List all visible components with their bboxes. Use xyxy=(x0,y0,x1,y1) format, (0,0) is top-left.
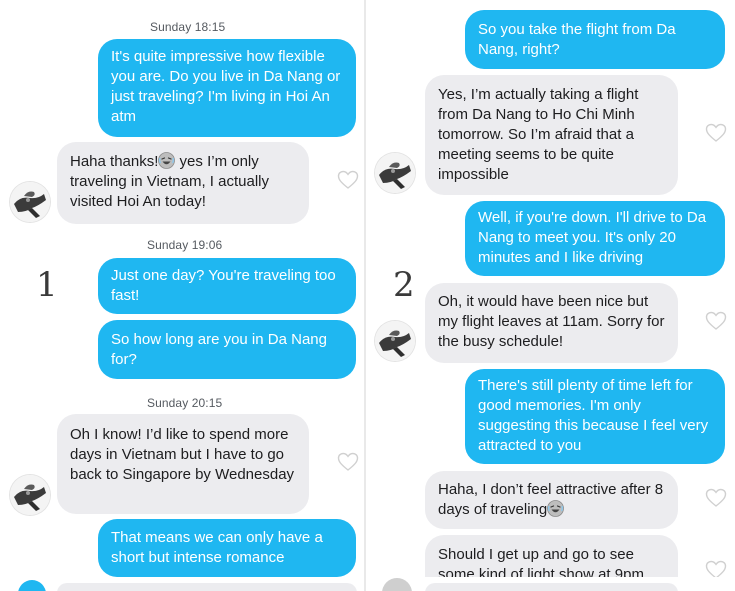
message-outgoing[interactable]: Just one day? You're traveling too fast! xyxy=(98,258,356,314)
message-outgoing[interactable]: It's quite impressive how flexible you a… xyxy=(98,39,356,137)
heart-outline-icon[interactable] xyxy=(705,123,727,143)
chat-panel-2[interactable]: So you take the flight from Da Nang, rig… xyxy=(366,0,735,591)
avatar[interactable] xyxy=(10,475,50,515)
cut-off-message xyxy=(57,583,357,591)
message-outgoing[interactable]: There's still plenty of time left for go… xyxy=(465,369,725,464)
avatar[interactable] xyxy=(10,182,50,222)
profile-photo-icon xyxy=(10,182,50,222)
heart-outline-icon[interactable] xyxy=(337,452,359,472)
message-incoming[interactable]: Haha thanks! yes I’m only traveling in V… xyxy=(57,142,309,224)
cut-off-element xyxy=(18,580,46,591)
heart-outline-icon[interactable] xyxy=(705,311,727,331)
profile-photo-icon xyxy=(10,475,50,515)
cut-off-message xyxy=(425,583,678,591)
chat-panel-1[interactable]: Sunday 18:15 It's quite impressive how f… xyxy=(0,0,364,591)
message-outgoing[interactable]: So how long are you in Da Nang for? xyxy=(98,320,356,379)
message-incoming[interactable]: Oh I know! I’d like to spend more days i… xyxy=(57,414,309,514)
message-text: Haha thanks! xyxy=(70,153,159,170)
panel-number: 1 xyxy=(36,265,58,305)
message-incoming[interactable]: Yes, I’m actually taking a flight from D… xyxy=(425,75,678,195)
heart-outline-icon[interactable] xyxy=(337,170,359,190)
screenshot-collage: Sunday 18:15 It's quite impressive how f… xyxy=(0,0,735,591)
laughing-face-emoji-icon xyxy=(158,152,176,169)
panel-number: 2 xyxy=(393,265,415,305)
profile-photo-icon xyxy=(375,153,415,193)
timestamp: Sunday 19:06 xyxy=(147,238,223,252)
message-outgoing[interactable]: Well, if you're down. I'll drive to Da N… xyxy=(465,201,725,276)
timestamp: Sunday 18:15 xyxy=(150,20,226,34)
timestamp: Sunday 20:15 xyxy=(147,396,223,410)
message-outgoing[interactable]: So you take the flight from Da Nang, rig… xyxy=(465,10,725,69)
avatar[interactable] xyxy=(375,321,415,361)
message-outgoing[interactable]: That means we can only have a short but … xyxy=(98,519,356,577)
profile-photo-icon xyxy=(375,321,415,361)
heart-outline-icon[interactable] xyxy=(705,488,727,508)
message-incoming[interactable]: Haha, I don’t feel attractive after 8 da… xyxy=(425,471,678,529)
laughing-face-emoji-icon xyxy=(547,500,565,517)
message-incoming[interactable]: Oh, it would have been nice but my fligh… xyxy=(425,283,678,363)
avatar[interactable] xyxy=(375,153,415,193)
